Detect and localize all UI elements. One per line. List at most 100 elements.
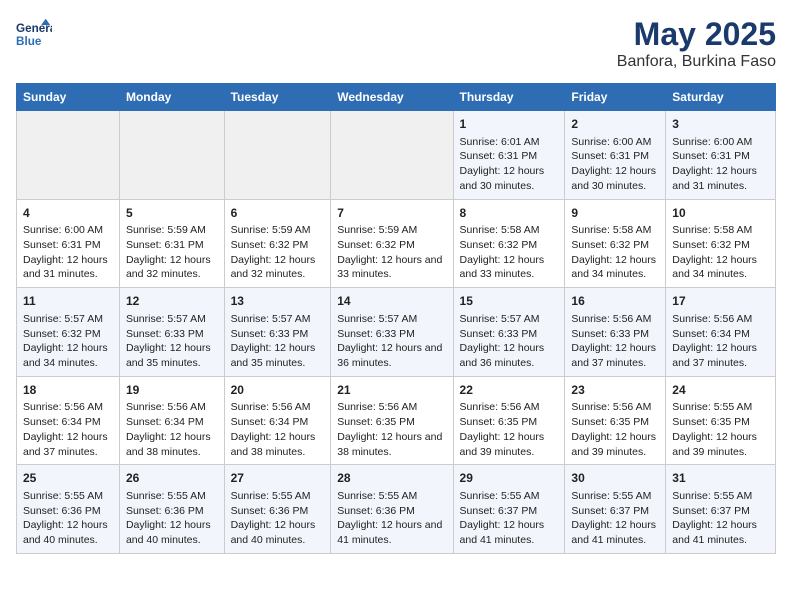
col-saturday: Saturday	[666, 84, 776, 111]
page-header: General Blue May 2025 Banfora, Burkina F…	[16, 16, 776, 71]
table-row: 10Sunrise: 5:58 AM Sunset: 6:32 PM Dayli…	[666, 199, 776, 288]
day-number: 18	[23, 382, 113, 399]
day-info: Sunrise: 5:56 AM Sunset: 6:34 PM Dayligh…	[231, 400, 325, 459]
day-info: Sunrise: 5:58 AM Sunset: 6:32 PM Dayligh…	[672, 223, 769, 282]
table-row: 12 Sunrise: 5:57 AM Sunset: 6:33 PM Dayli…	[119, 288, 224, 377]
calendar-week-row: 11 Sunrise: 5:57 AM Sunset: 6:32 PM Dayli…	[17, 288, 776, 377]
day-info: Sunrise: 5:56 AM Sunset: 6:35 PM Dayligh…	[460, 400, 559, 459]
table-row: 14Sunrise: 5:57 AM Sunset: 6:33 PM Dayli…	[331, 288, 453, 377]
day-number: 8	[460, 205, 559, 222]
table-row: 28 Sunrise: 5:55 AM Sunset: 6:36 PM Dayli…	[331, 465, 453, 554]
table-row: 7Sunrise: 5:59 AM Sunset: 6:32 PM Daylig…	[331, 199, 453, 288]
day-number: 20	[231, 382, 325, 399]
day-info: Sunrise: 5:55 AM Sunset: 6:37 PM Dayligh…	[460, 489, 559, 548]
day-number: 21	[337, 382, 446, 399]
table-row: 11 Sunrise: 5:57 AM Sunset: 6:32 PM Dayli…	[17, 288, 120, 377]
table-row: 25 Sunrise: 5:55 AM Sunset: 6:36 PM Dayli…	[17, 465, 120, 554]
table-row: 9Sunrise: 5:58 AM Sunset: 6:32 PM Daylig…	[565, 199, 666, 288]
calendar-week-row: 4Sunrise: 6:00 AM Sunset: 6:31 PM Daylig…	[17, 199, 776, 288]
table-row: 4Sunrise: 6:00 AM Sunset: 6:31 PM Daylig…	[17, 199, 120, 288]
day-info: Sunrise: 5:56 AM Sunset: 6:34 PM Dayligh…	[23, 400, 113, 459]
day-info: Sunrise: 5:55 AM Sunset: 6:36 PM Dayligh…	[126, 489, 218, 548]
day-info: Sunrise: 5:57 AM Sunset: 6:33 PM Dayligh…	[337, 312, 446, 371]
day-number: 30	[571, 470, 659, 487]
calendar-subtitle: Banfora, Burkina Faso	[617, 53, 776, 71]
day-info: Sunrise: 5:55 AM Sunset: 6:36 PM Dayligh…	[23, 489, 113, 548]
day-number: 7	[337, 205, 446, 222]
day-info: Sunrise: 5:57 AM Sunset: 6:33 PM Dayligh…	[126, 312, 218, 371]
calendar-table: Sunday Monday Tuesday Wednesday Thursday…	[16, 83, 776, 554]
table-row: 17 Sunrise: 5:56 AM Sunset: 6:34 PM Dayli…	[666, 288, 776, 377]
col-friday: Friday	[565, 84, 666, 111]
table-row: 16Sunrise: 5:56 AM Sunset: 6:33 PM Dayli…	[565, 288, 666, 377]
logo-icon: General Blue	[16, 16, 52, 52]
day-info: Sunrise: 5:56 AM Sunset: 6:34 PM Dayligh…	[672, 312, 769, 371]
day-info: Sunrise: 5:55 AM Sunset: 6:37 PM Dayligh…	[672, 489, 769, 548]
col-tuesday: Tuesday	[224, 84, 331, 111]
day-info: Sunrise: 5:55 AM Sunset: 6:36 PM Dayligh…	[231, 489, 325, 548]
table-row: 1Sunrise: 6:01 AM Sunset: 6:31 PM Daylig…	[453, 111, 565, 200]
day-info: Sunrise: 6:00 AM Sunset: 6:31 PM Dayligh…	[571, 135, 659, 194]
table-row: 20Sunrise: 5:56 AM Sunset: 6:34 PM Dayli…	[224, 376, 331, 465]
day-number: 6	[231, 205, 325, 222]
calendar-week-row: 25 Sunrise: 5:55 AM Sunset: 6:36 PM Dayli…	[17, 465, 776, 554]
day-number: 1	[460, 116, 559, 133]
day-info: Sunrise: 5:56 AM Sunset: 6:34 PM Dayligh…	[126, 400, 218, 459]
day-info: Sunrise: 5:57 AM Sunset: 6:32 PM Dayligh…	[23, 312, 113, 371]
day-number: 23	[571, 382, 659, 399]
col-thursday: Thursday	[453, 84, 565, 111]
day-number: 28	[337, 470, 446, 487]
day-info: Sunrise: 6:00 AM Sunset: 6:31 PM Dayligh…	[23, 223, 113, 282]
day-info: Sunrise: 5:55 AM Sunset: 6:37 PM Dayligh…	[571, 489, 659, 548]
table-row: 19Sunrise: 5:56 AM Sunset: 6:34 PM Dayli…	[119, 376, 224, 465]
day-number: 3	[672, 116, 769, 133]
day-number: 10	[672, 205, 769, 222]
table-row	[331, 111, 453, 200]
table-row: 30 Sunrise: 5:55 AM Sunset: 6:37 PM Dayli…	[565, 465, 666, 554]
day-number: 25	[23, 470, 113, 487]
table-row	[119, 111, 224, 200]
day-number: 29	[460, 470, 559, 487]
day-info: Sunrise: 5:59 AM Sunset: 6:32 PM Dayligh…	[337, 223, 446, 282]
table-row: 18Sunrise: 5:56 AM Sunset: 6:34 PM Dayli…	[17, 376, 120, 465]
table-row: 21Sunrise: 5:56 AM Sunset: 6:35 PM Dayli…	[331, 376, 453, 465]
col-sunday: Sunday	[17, 84, 120, 111]
day-info: Sunrise: 5:57 AM Sunset: 6:33 PM Dayligh…	[460, 312, 559, 371]
day-info: Sunrise: 6:00 AM Sunset: 6:31 PM Dayligh…	[672, 135, 769, 194]
table-row: 6Sunrise: 5:59 AM Sunset: 6:32 PM Daylig…	[224, 199, 331, 288]
day-info: Sunrise: 5:56 AM Sunset: 6:35 PM Dayligh…	[571, 400, 659, 459]
table-row: 13Sunrise: 5:57 AM Sunset: 6:33 PM Dayli…	[224, 288, 331, 377]
day-number: 9	[571, 205, 659, 222]
day-number: 2	[571, 116, 659, 133]
table-row: 2 Sunrise: 6:00 AM Sunset: 6:31 PM Daylig…	[565, 111, 666, 200]
day-number: 19	[126, 382, 218, 399]
calendar-week-row: 18Sunrise: 5:56 AM Sunset: 6:34 PM Dayli…	[17, 376, 776, 465]
day-info: Sunrise: 5:56 AM Sunset: 6:35 PM Dayligh…	[337, 400, 446, 459]
col-monday: Monday	[119, 84, 224, 111]
day-info: Sunrise: 5:55 AM Sunset: 6:36 PM Dayligh…	[337, 489, 446, 548]
table-row: 29 Sunrise: 5:55 AM Sunset: 6:37 PM Dayli…	[453, 465, 565, 554]
svg-text:Blue: Blue	[16, 35, 42, 48]
title-block: May 2025 Banfora, Burkina Faso	[617, 16, 776, 71]
day-info: Sunrise: 5:58 AM Sunset: 6:32 PM Dayligh…	[571, 223, 659, 282]
table-row: 3 Sunrise: 6:00 AM Sunset: 6:31 PM Daylig…	[666, 111, 776, 200]
calendar-title: May 2025	[617, 16, 776, 53]
day-number: 17	[672, 293, 769, 310]
day-number: 11	[23, 293, 113, 310]
table-row: 24Sunrise: 5:55 AM Sunset: 6:35 PM Dayli…	[666, 376, 776, 465]
day-number: 15	[460, 293, 559, 310]
day-number: 5	[126, 205, 218, 222]
day-number: 12	[126, 293, 218, 310]
day-number: 27	[231, 470, 325, 487]
day-info: Sunrise: 5:59 AM Sunset: 6:32 PM Dayligh…	[231, 223, 325, 282]
day-number: 31	[672, 470, 769, 487]
table-row	[224, 111, 331, 200]
logo: General Blue	[16, 16, 56, 52]
col-wednesday: Wednesday	[331, 84, 453, 111]
table-row: 5Sunrise: 5:59 AM Sunset: 6:31 PM Daylig…	[119, 199, 224, 288]
day-number: 22	[460, 382, 559, 399]
calendar-header-row: Sunday Monday Tuesday Wednesday Thursday…	[17, 84, 776, 111]
table-row: 27 Sunrise: 5:55 AM Sunset: 6:36 PM Dayli…	[224, 465, 331, 554]
table-row: 31 Sunrise: 5:55 AM Sunset: 6:37 PM Dayli…	[666, 465, 776, 554]
table-row: 22Sunrise: 5:56 AM Sunset: 6:35 PM Dayli…	[453, 376, 565, 465]
